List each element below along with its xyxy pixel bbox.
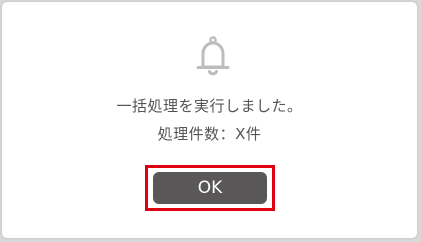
message-text: 一括処理を実行しました。 <box>116 97 303 115</box>
bell-icon <box>196 36 230 76</box>
processed-count-text: 処理件数：X件 <box>157 125 262 143</box>
ok-button[interactable]: OK <box>153 172 267 204</box>
